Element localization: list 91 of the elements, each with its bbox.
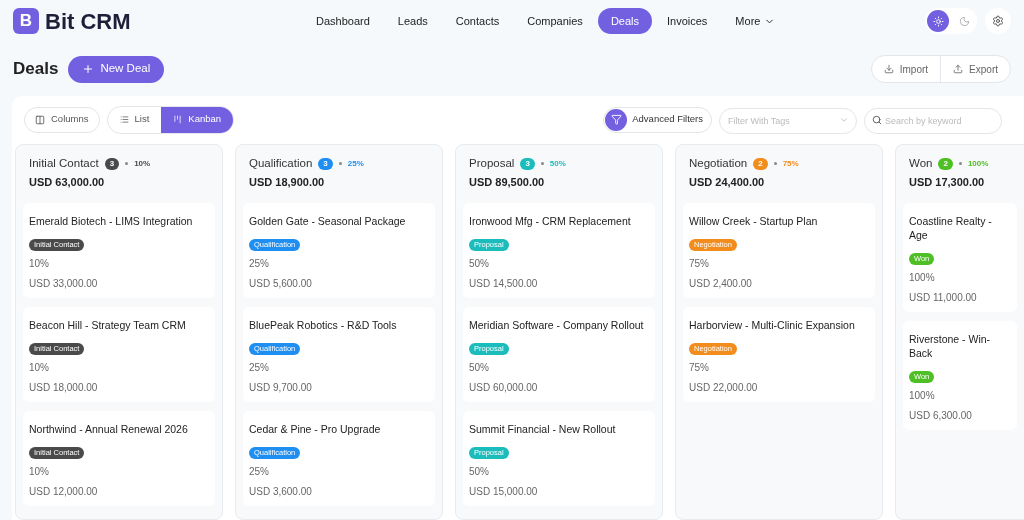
deal-title: Coastline Realty - Age bbox=[909, 213, 993, 242]
dot-separator bbox=[125, 162, 129, 166]
dot-separator bbox=[773, 162, 777, 166]
deal-title: Summit Financial - New Rollout bbox=[469, 421, 616, 436]
deal-count-badge: 2 bbox=[753, 157, 768, 170]
deal-probability: 25% bbox=[249, 256, 269, 271]
stage-probability: 100% bbox=[967, 157, 989, 170]
deal-title: Ironwood Mfg - CRM Replacement bbox=[469, 213, 631, 228]
dot-separator bbox=[540, 162, 544, 166]
deal-count-badge: 3 bbox=[318, 157, 333, 170]
new-deal-button[interactable]: New Deal bbox=[68, 55, 165, 83]
stage-total: USD 18,900.00 bbox=[249, 175, 326, 191]
deal-amount: USD 9,700.00 bbox=[249, 380, 312, 395]
brand-name: Bit CRM bbox=[45, 7, 131, 36]
deal-probability: 75% bbox=[689, 256, 709, 271]
stage-name: Proposal bbox=[469, 156, 515, 171]
stage-probability: 50% bbox=[549, 157, 566, 170]
deal-amount: USD 12,000.00 bbox=[29, 484, 98, 499]
deal-amount: USD 11,000.00 bbox=[909, 290, 977, 305]
kanban-icon bbox=[173, 115, 183, 124]
deal-amount: USD 6,300.00 bbox=[909, 408, 972, 423]
nav-tab[interactable]: Invoices bbox=[654, 8, 721, 34]
stage-probability: 25% bbox=[347, 157, 364, 170]
list-icon bbox=[119, 115, 129, 124]
tag-filter-select[interactable]: Filter With Tags bbox=[719, 107, 857, 134]
deal-probability: 100% bbox=[909, 388, 935, 403]
deal-count-badge: 3 bbox=[104, 157, 120, 170]
view-tab[interactable]: List bbox=[107, 106, 162, 133]
deal-count-badge: 2 bbox=[938, 157, 953, 170]
plus-icon bbox=[82, 63, 95, 75]
stage-probability: 75% bbox=[782, 157, 799, 170]
deal-title: Riverstone - Win-Back bbox=[909, 331, 992, 360]
dot-separator bbox=[338, 162, 342, 166]
deal-title: Harborview - Multi-Clinic Expansion bbox=[689, 317, 855, 332]
deal-probability: 75% bbox=[689, 360, 709, 375]
deal-amount: USD 3,600.00 bbox=[249, 484, 312, 499]
stage-name: Qualification bbox=[249, 156, 313, 171]
deal-probability: 10% bbox=[29, 360, 49, 375]
search-icon bbox=[872, 114, 882, 125]
stage-name: Won bbox=[909, 156, 933, 171]
upload-icon bbox=[953, 64, 964, 74]
deal-title: BluePeak Robotics - R&D Tools bbox=[249, 317, 397, 332]
deal-probability: 25% bbox=[249, 360, 269, 375]
stage-total: USD 24,400.00 bbox=[689, 175, 766, 191]
dot-separator bbox=[958, 162, 962, 166]
deal-probability: 25% bbox=[249, 464, 269, 479]
sun-icon[interactable] bbox=[927, 10, 949, 32]
filter-icon bbox=[605, 108, 628, 131]
deal-amount: USD 5,600.00 bbox=[249, 276, 312, 291]
deal-amount: USD 15,000.00 bbox=[469, 484, 538, 499]
stage-name: Negotiation bbox=[689, 156, 748, 171]
deal-amount: USD 60,000.00 bbox=[469, 380, 538, 395]
deal-amount: USD 14,500.00 bbox=[469, 276, 538, 291]
deal-title: Beacon Hill - Strategy Team CRM bbox=[29, 317, 186, 332]
stage-probability: 10% bbox=[134, 157, 151, 170]
nav-tab[interactable]: More bbox=[722, 8, 789, 34]
nav-tab[interactable]: Contacts bbox=[442, 8, 513, 34]
import-button[interactable]: Import bbox=[871, 56, 941, 82]
nav-tab[interactable]: Companies bbox=[514, 8, 596, 34]
deal-probability: 50% bbox=[469, 360, 489, 375]
columns-icon bbox=[35, 114, 45, 125]
deal-amount: USD 18,000.00 bbox=[29, 380, 98, 395]
stage-total: USD 17,300.00 bbox=[909, 175, 986, 191]
deal-amount: USD 33,000.00 bbox=[29, 276, 98, 291]
deal-title: Golden Gate - Seasonal Package bbox=[249, 213, 406, 228]
nav-tab[interactable]: Deals bbox=[597, 8, 652, 34]
deal-count-badge: 3 bbox=[520, 157, 535, 170]
nav-tab[interactable]: Dashboard bbox=[303, 8, 383, 34]
view-tab[interactable]: Kanban bbox=[161, 106, 234, 133]
logo-icon: B bbox=[13, 8, 39, 34]
deal-title: Cedar & Pine - Pro Upgrade bbox=[249, 421, 381, 436]
deal-amount: USD 22,000.00 bbox=[689, 380, 758, 395]
deal-probability: 10% bbox=[29, 256, 49, 271]
deal-title: Willow Creek - Startup Plan bbox=[689, 213, 818, 228]
deal-probability: 100% bbox=[909, 270, 935, 285]
stage-total: USD 89,500.00 bbox=[469, 175, 546, 191]
deal-title: Northwind - Annual Renewal 2026 bbox=[29, 421, 188, 436]
deal-amount: USD 2,400.00 bbox=[689, 276, 752, 291]
page-title: Deals bbox=[13, 58, 59, 81]
download-icon bbox=[883, 64, 894, 74]
stage-name: Initial Contact bbox=[29, 156, 99, 171]
deal-probability: 50% bbox=[469, 256, 489, 271]
settings-icon[interactable] bbox=[985, 8, 1011, 34]
search-field[interactable]: Search by keyword bbox=[864, 107, 1002, 134]
deal-probability: 50% bbox=[469, 464, 489, 479]
stage-total: USD 63,000.00 bbox=[29, 175, 106, 191]
deal-title: Meridian Software - Company Rollout bbox=[469, 317, 644, 332]
export-button[interactable]: Export bbox=[940, 56, 1010, 82]
deal-probability: 10% bbox=[29, 464, 49, 479]
deal-title: Emerald Biotech - LIMS Integration bbox=[29, 213, 193, 228]
nav-tab[interactable]: Leads bbox=[384, 8, 441, 34]
